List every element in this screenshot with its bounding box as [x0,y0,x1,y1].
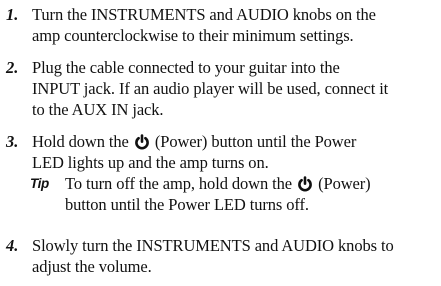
tip-text-line: button until the Power LED turns off. [65,195,309,214]
tip-text-line: To turn off the amp, hold down the (Powe… [65,173,435,194]
step-text-line: LED lights up and the amp turns on. [32,153,269,172]
step-text-fragment: Hold down the [32,132,129,151]
step-text-line: INPUT jack. If an audio player will be u… [32,79,389,98]
tip-text: To turn off the amp, hold down the (Powe… [65,173,435,215]
instructions-document: 1. Turn the INSTRUMENTS and AUDIO knobs … [0,0,441,286]
step-text: Slowly turn the INSTRUMENTS and AUDIO kn… [32,235,436,277]
step-text-line: Slowly turn the INSTRUMENTS and AUDIO kn… [32,236,394,255]
power-icon [134,134,150,150]
power-icon [297,176,313,192]
step-text-fragment: (Power) button until the Power [154,132,357,151]
step-text-line: amp counterclockwise to their minimum se… [32,26,354,45]
step-number: 1. [6,5,19,24]
step-number: 2. [6,58,19,77]
tip-label: Tip [30,176,49,191]
step-text-line: Hold down the (Power) button until the P… [32,131,436,152]
tip-text-fragment: (Power) [318,174,371,193]
step-number: 4. [6,236,19,255]
step-text-line: to the AUX IN jack. [32,100,164,119]
step-text-line: Plug the cable connected to your guitar … [32,58,340,77]
step-number: 3. [6,132,19,151]
tip-text-fragment: To turn off the amp, hold down the [65,174,293,193]
step-text: Hold down the (Power) button until the P… [32,131,436,173]
step-text: Turn the INSTRUMENTS and AUDIO knobs on … [32,4,436,46]
step-text: Plug the cable connected to your guitar … [32,57,436,120]
step-text-line: adjust the volume. [32,257,152,276]
step-text-line: Turn the INSTRUMENTS and AUDIO knobs on … [32,5,376,24]
